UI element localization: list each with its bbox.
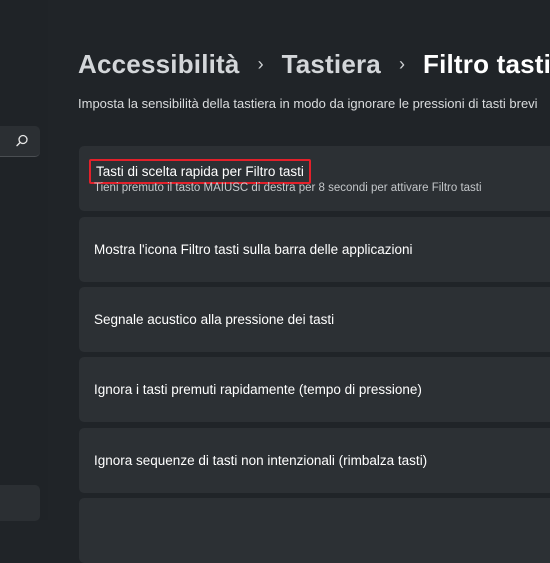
setting-card-title: Mostra l'icona Filtro tasti sulla barra …	[94, 242, 413, 257]
chevron-right-icon: ›	[257, 53, 264, 74]
breadcrumb: Accessibilità › Tastiera › Filtro tasti	[78, 44, 550, 84]
setting-card-ignore-quick[interactable]: Ignora i tasti premuti rapidamente (temp…	[79, 357, 550, 422]
chevron-right-icon: ›	[398, 53, 405, 74]
search-input[interactable]	[0, 126, 40, 157]
setting-card-taskbar-icon[interactable]: Mostra l'icona Filtro tasti sulla barra …	[79, 217, 550, 282]
breadcrumb-tastiera[interactable]: Tastiera	[282, 49, 381, 80]
setting-card-title: Segnale acustico alla pressione dei tast…	[94, 312, 335, 327]
breadcrumb-accessibilita[interactable]: Accessibilità	[78, 49, 240, 80]
setting-card-beep[interactable]: Segnale acustico alla pressione dei tast…	[79, 287, 550, 352]
search-icon[interactable]	[14, 133, 30, 149]
setting-card-title: Ignora i tasti premuti rapidamente (temp…	[94, 382, 422, 397]
page-title: Filtro tasti	[422, 48, 550, 79]
setting-card-shortcut[interactable]: Tasti di scelta rapida per Filtro tasti …	[79, 146, 550, 211]
setting-card-title: Tasti di scelta rapida per Filtro tasti	[89, 159, 311, 184]
setting-card-title: Ignora sequenze di tasti non intenzional…	[94, 453, 428, 468]
setting-card-subtitle: Tieni premuto il tasto MAIUSC di destra …	[94, 182, 482, 194]
navigation-sidebar	[0, 0, 48, 521]
setting-card-next[interactable]	[79, 498, 550, 563]
setting-card-ignore-bounce[interactable]: Ignora sequenze di tasti non intenzional…	[79, 428, 550, 493]
sidebar-item[interactable]	[0, 485, 40, 521]
page-description: Imposta la sensibilità della tastiera in…	[78, 96, 538, 111]
